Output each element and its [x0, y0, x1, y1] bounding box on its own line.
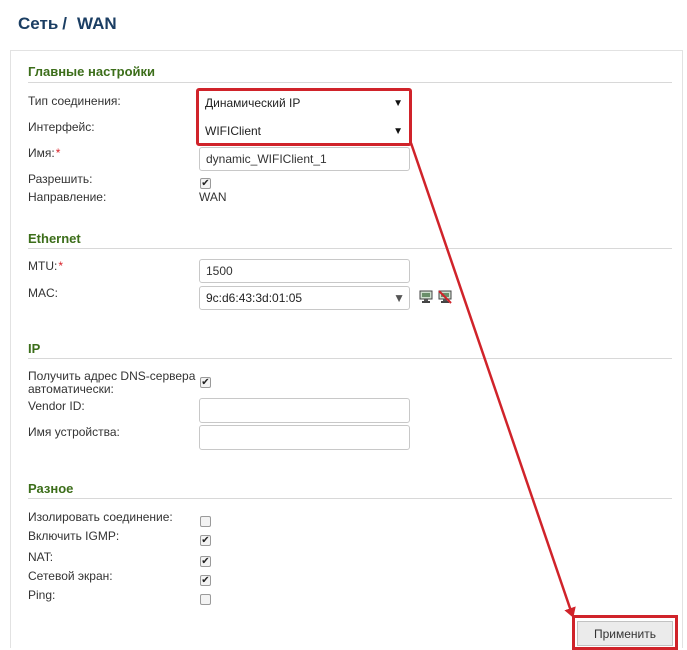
section-title-ethernet: Ethernet	[28, 231, 81, 246]
section-title-main: Главные настройки	[28, 64, 156, 79]
firewall-checkbox[interactable]: ✔	[200, 575, 211, 586]
section-divider	[28, 82, 672, 83]
enable-checkbox[interactable]: ✔	[200, 178, 211, 189]
breadcrumb-network[interactable]: Сеть	[18, 14, 58, 34]
section-title-misc: Разное	[28, 481, 74, 496]
name-input[interactable]: dynamic_WIFIClient_1	[199, 147, 410, 171]
check-icon: ✔	[201, 555, 210, 567]
connection-type-label: Тип соединения:	[28, 94, 121, 108]
isolate-checkbox[interactable]	[200, 516, 211, 527]
mac-label: MAC:	[28, 286, 58, 300]
isolate-label: Изолировать соединение:	[28, 510, 173, 524]
check-icon: ✔	[201, 574, 210, 586]
breadcrumb: Сеть / WAN	[18, 10, 117, 38]
section-title-ip: IP	[28, 341, 41, 356]
vendor-id-input[interactable]	[199, 398, 410, 423]
mac-value: 9c:d6:43:3d:01:05	[206, 291, 303, 305]
direction-value: WAN	[199, 190, 227, 204]
computer-crossed-icon[interactable]	[438, 290, 452, 304]
device-name-label: Имя устройства:	[28, 425, 120, 439]
device-name-input[interactable]	[199, 425, 410, 450]
mac-select[interactable]: 9c:d6:43:3d:01:05 ▼	[199, 286, 410, 310]
dropdown-arrow-icon: ▼	[393, 291, 405, 305]
required-mark: *	[58, 259, 63, 273]
dns-auto-label: Получить адрес DNS-сервера автоматически…	[28, 369, 196, 396]
check-icon: ✔	[201, 177, 210, 189]
computer-icon[interactable]	[419, 290, 433, 304]
ping-checkbox[interactable]	[200, 594, 211, 605]
nat-checkbox[interactable]: ✔	[200, 556, 211, 567]
direction-label: Направление:	[28, 190, 107, 204]
name-label: Имя:*	[28, 146, 61, 160]
apply-button[interactable]: Применить	[577, 621, 673, 646]
enable-label: Разрешить:	[28, 172, 93, 186]
mtu-input[interactable]: 1500	[199, 259, 410, 283]
mtu-label: MTU:*	[28, 259, 63, 273]
check-icon: ✔	[201, 534, 210, 546]
section-divider	[28, 498, 672, 499]
igmp-label: Включить IGMP:	[28, 529, 120, 543]
section-divider	[28, 358, 672, 359]
ping-label: Ping:	[28, 588, 56, 602]
page-title: WAN	[77, 14, 117, 33]
highlight-box-connection	[196, 88, 412, 146]
interface-label: Интерфейс:	[28, 120, 95, 134]
section-divider	[28, 248, 672, 249]
igmp-checkbox[interactable]: ✔	[200, 535, 211, 546]
check-icon: ✔	[201, 376, 210, 388]
dns-auto-checkbox[interactable]: ✔	[200, 377, 211, 388]
breadcrumb-separator: /	[62, 14, 68, 33]
vendor-id-label: Vendor ID:	[28, 399, 85, 413]
firewall-label: Сетевой экран:	[28, 569, 113, 583]
required-mark: *	[55, 146, 61, 160]
nat-label: NAT:	[28, 550, 54, 564]
